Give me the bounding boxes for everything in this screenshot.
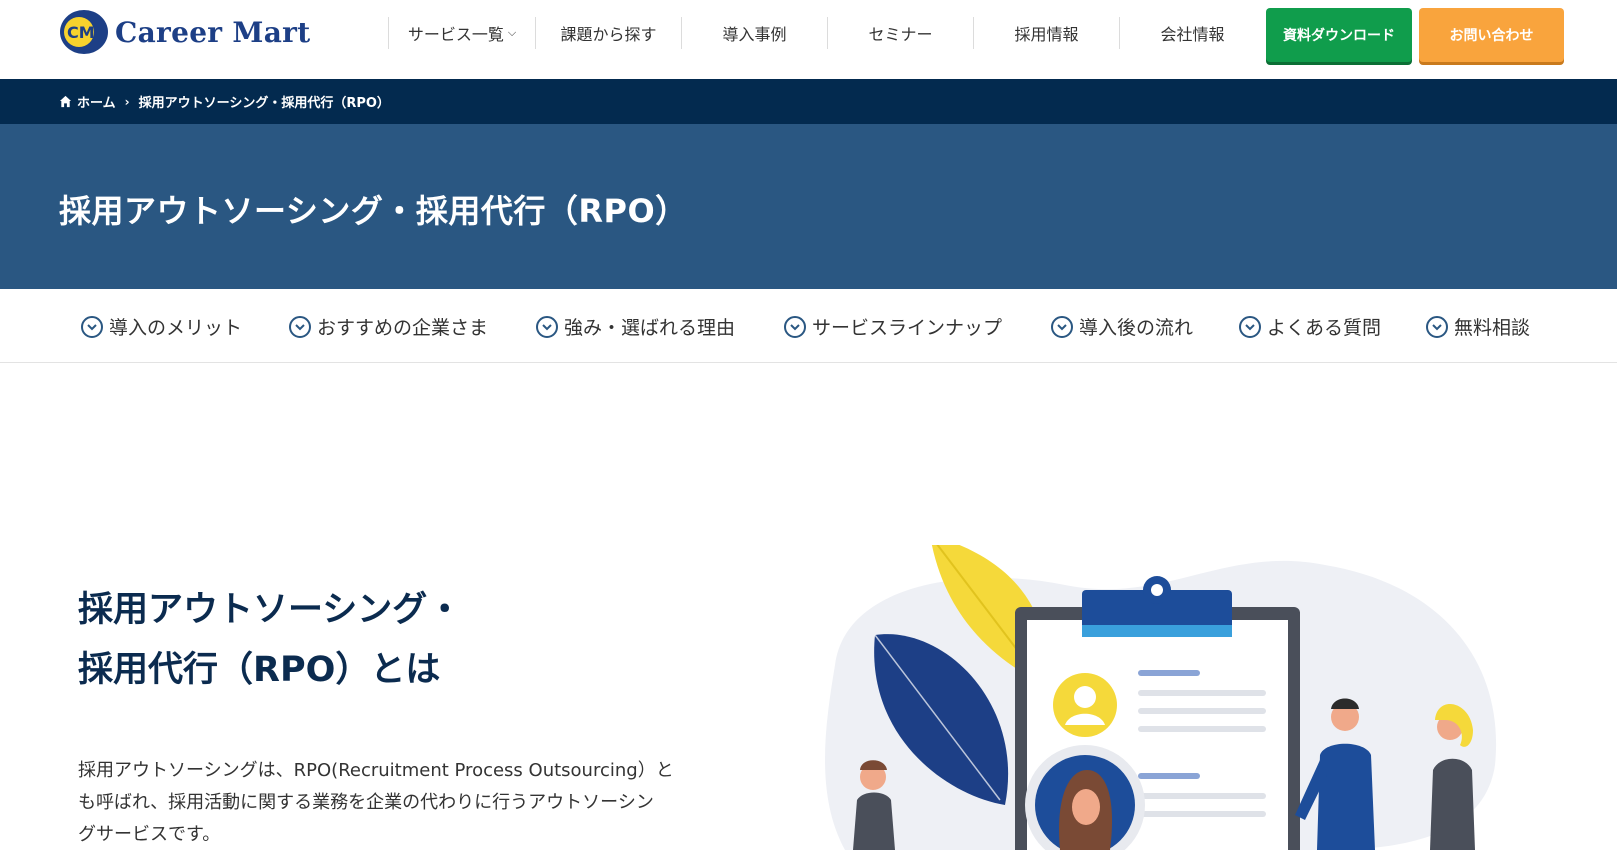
intro-text-line1: 採用アウトソーシングは、RPO(Recruitment Process Outs… <box>78 760 674 781</box>
chevron-down-icon: ⌵ <box>507 26 517 39</box>
nav-seminar[interactable]: セミナー <box>827 17 973 49</box>
breadcrumb-home-link[interactable]: ホーム <box>77 92 116 111</box>
page-hero: 採用アウトソーシング・採用代行（RPO） <box>0 124 1617 289</box>
intro-heading: 採用アウトソーシング・ 採用代行（RPO）とは <box>78 580 462 700</box>
circle-chevron-down-icon <box>784 315 806 338</box>
home-icon <box>59 95 72 108</box>
logo-link[interactable]: CM Career Mart <box>59 9 310 55</box>
nav-case-studies-label: 導入事例 <box>722 25 787 44</box>
anchor-consult-label: 無料相談 <box>1454 317 1531 339</box>
download-button[interactable]: 資料ダウンロード <box>1266 8 1412 62</box>
anchor-lineup[interactable]: サービスラインナップ <box>784 313 1002 340</box>
circle-chevron-down-icon <box>536 315 558 338</box>
svg-text:CM: CM <box>67 23 95 42</box>
anchor-merit[interactable]: 導入のメリット <box>81 313 242 340</box>
nav-company-label: 会社情報 <box>1160 25 1225 44</box>
anchor-nav: 導入のメリット おすすめの企業さま 強み・選ばれる理由 サービスラインナップ 導… <box>0 289 1617 363</box>
breadcrumb: ホーム › 採用アウトソーシング・採用代行（RPO） <box>0 79 1617 124</box>
nav-by-issue[interactable]: 課題から探す <box>535 17 681 49</box>
anchor-merit-label: 導入のメリット <box>109 317 243 339</box>
nav-recruit-label: 採用情報 <box>1014 25 1079 44</box>
nav-case-studies[interactable]: 導入事例 <box>681 17 827 49</box>
breadcrumb-current: 採用アウトソーシング・採用代行（RPO） <box>138 96 390 111</box>
page-title: 採用アウトソーシング・採用代行（RPO） <box>59 192 688 230</box>
circle-chevron-down-icon <box>1239 315 1261 338</box>
anchor-strength-label: 強み・選ばれる理由 <box>564 317 736 339</box>
anchor-flow-label: 導入後の流れ <box>1079 317 1194 339</box>
intro-text-line3: グサービスです。 <box>78 824 221 845</box>
nav-recruit[interactable]: 採用情報 <box>973 17 1119 49</box>
nav-seminar-label: セミナー <box>868 25 933 44</box>
circle-chevron-down-icon <box>1426 315 1448 338</box>
circle-chevron-down-icon <box>1051 315 1073 338</box>
nav-by-issue-label: 課題から探す <box>560 25 657 44</box>
logo-mark-icon: CM <box>60 10 108 54</box>
circle-chevron-down-icon <box>289 315 311 338</box>
logo-text: Career Mart <box>115 15 311 49</box>
nav-services-label: サービス一覧 <box>407 25 504 44</box>
anchor-flow[interactable]: 導入後の流れ <box>1051 313 1193 340</box>
contact-button[interactable]: お問い合わせ <box>1419 8 1564 62</box>
anchor-recommended[interactable]: おすすめの企業さま <box>289 313 488 340</box>
circle-chevron-down-icon <box>81 315 103 338</box>
nav-company[interactable]: 会社情報 <box>1119 17 1265 49</box>
intro-heading-line2: 採用代行（RPO）とは <box>78 650 441 690</box>
clipboard-illustration <box>825 545 1497 850</box>
main-nav: サービス一覧 ⌵ 課題から探す 導入事例 セミナー 採用情報 会社情報 <box>388 17 1265 49</box>
anchor-faq[interactable]: よくある質問 <box>1239 313 1381 340</box>
intro-text-line2: も呼ばれ、採用活動に関する業務を企業の代わりに行うアウトソーシン <box>78 792 654 813</box>
anchor-faq-label: よくある質問 <box>1267 317 1382 339</box>
intro-text: 採用アウトソーシングは、RPO(Recruitment Process Outs… <box>78 755 728 850</box>
site-header: CM Career Mart サービス一覧 ⌵ 課題から探す 導入事例 セミナー… <box>0 0 1617 79</box>
intro-heading-line1: 採用アウトソーシング・ <box>78 590 463 630</box>
anchor-lineup-label: サービスラインナップ <box>812 317 1003 339</box>
chevron-right-icon: › <box>124 94 130 109</box>
nav-services[interactable]: サービス一覧 ⌵ <box>388 17 535 49</box>
anchor-recommended-label: おすすめの企業さま <box>317 317 489 339</box>
anchor-strength[interactable]: 強み・選ばれる理由 <box>536 313 735 340</box>
anchor-consult[interactable]: 無料相談 <box>1426 313 1530 340</box>
